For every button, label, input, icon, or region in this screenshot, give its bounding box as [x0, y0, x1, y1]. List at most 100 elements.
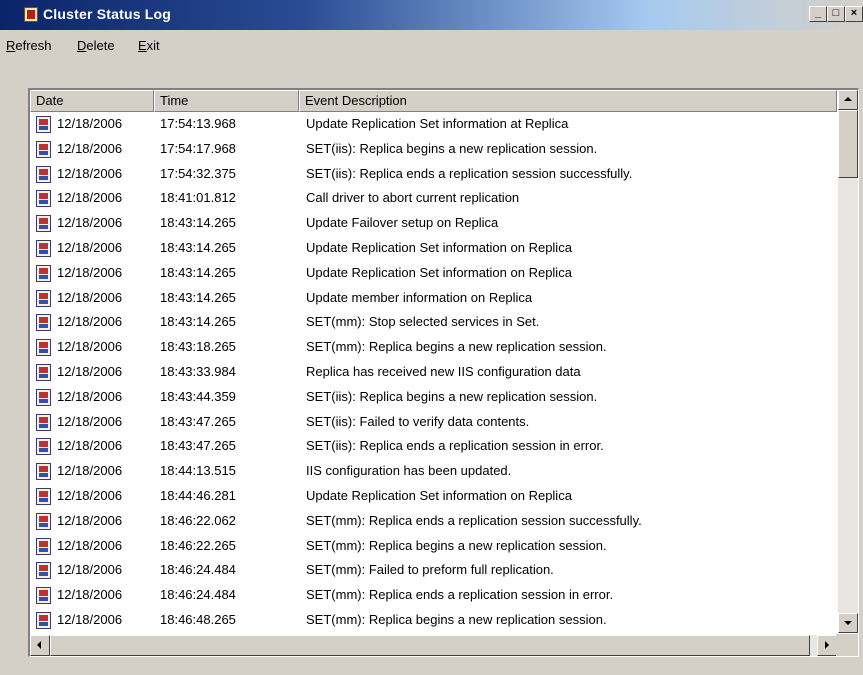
date-cell: 12/18/2006: [57, 512, 123, 528]
event-log-icon: [36, 512, 51, 530]
scroll-right-icon[interactable]: [817, 635, 837, 656]
description-cell: Replica has received new IIS configurati…: [306, 364, 581, 379]
table-row[interactable]: 12/18/2006 18:46:24.484 SET(mm): Replica e…: [30, 583, 837, 608]
table-row[interactable]: 12/18/2006 18:46:24.484 SET(mm): Failed to…: [30, 558, 837, 583]
description-cell: Update member information on Replica: [306, 289, 533, 305]
table-row[interactable]: 12/18/2006 18:43:14.265 Update member info…: [30, 286, 837, 311]
date-cell: 12/18/2006: [57, 537, 123, 553]
time-cell: 18:43:18.265: [160, 339, 236, 355]
description-cell: Update Replication Set information on Re…: [306, 240, 572, 255]
table-row[interactable]: 12/18/2006 18:43:47.265 SET(iis): Replica …: [30, 434, 837, 459]
event-log-icon: [36, 314, 51, 332]
date-cell: 12/18/2006: [57, 562, 123, 578]
date-cell: 12/18/2006: [57, 339, 123, 355]
scroll-down-icon[interactable]: [838, 613, 858, 633]
table-row[interactable]: 12/18/2006 18:44:46.281 Update Replication…: [30, 484, 837, 509]
event-log-icon: [36, 612, 51, 629]
time-cell: 18:46:24.484: [160, 587, 236, 603]
time-cell: 18:43:47.265: [160, 438, 236, 454]
date-cell: 12/18/2006: [57, 587, 123, 603]
date-cell: 12/18/2006: [57, 413, 123, 429]
time-cell: 18:44:46.281: [160, 488, 236, 503]
column-header-time[interactable]: Time: [154, 90, 299, 112]
table-row[interactable]: 12/18/2006 18:44:13.515 IIS configuration …: [30, 459, 837, 484]
table-row[interactable]: 12/18/2006 17:54:13.968 Update Replication…: [30, 112, 837, 137]
time-cell: 18:43:14.265: [160, 215, 236, 231]
description-cell: SET(iis): Failed to verify data contents…: [306, 413, 530, 429]
minimize-button[interactable]: _: [809, 6, 827, 22]
horizontal-scroll-thumb[interactable]: [50, 635, 810, 656]
table-row[interactable]: 12/18/2006 18:46:48.265 SET(mm): Replica b…: [30, 608, 837, 633]
scrollbar-corner: [836, 634, 858, 656]
horizontal-scrollbar[interactable]: [30, 635, 837, 656]
menu-refresh[interactable]: Refresh: [6, 38, 52, 53]
description-cell: Update Replication Set information on Re…: [306, 264, 572, 280]
event-log-icon: [36, 264, 51, 282]
menu-bar: Refresh Delete Exit: [0, 34, 863, 56]
table-row[interactable]: 12/18/2006 18:46:22.062 SET(mm): Replica e…: [30, 509, 837, 534]
date-cell: 12/18/2006: [57, 488, 123, 503]
event-log-icon: [36, 587, 51, 605]
description-cell: IIS configuration has been updated.: [306, 463, 512, 479]
table-row[interactable]: 12/18/2006 18:43:44.359 SET(iis): Replica …: [30, 385, 837, 410]
menu-exit[interactable]: Exit: [138, 38, 160, 53]
event-log-icon: [36, 537, 51, 555]
event-log-icon: [36, 364, 51, 381]
description-cell: SET(mm): Replica begins a new replicatio…: [306, 339, 607, 355]
time-cell: 18:43:33.984: [160, 364, 236, 379]
table-row[interactable]: 12/18/2006 18:43:47.265 SET(iis): Failed t…: [30, 410, 837, 435]
description-cell: SET(mm): Replica ends a replication sess…: [306, 512, 642, 528]
time-cell: 18:46:48.265: [160, 612, 236, 627]
date-cell: 12/18/2006: [57, 289, 123, 305]
title-bar[interactable]: Cluster Status Log _ □ ×: [0, 0, 863, 30]
description-cell: SET(iis): Replica ends a replication ses…: [306, 165, 633, 181]
vertical-scrollbar[interactable]: [838, 90, 858, 633]
table-row[interactable]: 12/18/2006 18:43:14.265 Update Failover se…: [30, 211, 837, 236]
event-log-icon: [36, 388, 51, 406]
date-cell: 12/18/2006: [57, 364, 123, 379]
table-row[interactable]: 12/18/2006 17:54:17.968 SET(iis): Replica …: [30, 137, 837, 162]
close-button[interactable]: ×: [845, 6, 863, 22]
table-row[interactable]: 12/18/2006 18:46:22.265 SET(mm): Replica b…: [30, 534, 837, 559]
event-list-view[interactable]: Date Time Event Description 12/18/2006 17…: [28, 88, 859, 657]
menu-delete[interactable]: Delete: [77, 38, 115, 53]
table-row[interactable]: 12/18/2006 18:43:14.265 Update Replication…: [30, 261, 837, 286]
list-header: Date Time Event Description: [30, 90, 837, 112]
date-cell: 12/18/2006: [57, 140, 123, 156]
event-rows: 12/18/2006 17:54:13.968 Update Replication…: [30, 112, 837, 633]
column-header-date[interactable]: Date: [30, 90, 154, 112]
description-cell: SET(mm): Replica begins a new replicatio…: [306, 612, 607, 627]
date-cell: 12/18/2006: [57, 463, 123, 479]
table-row[interactable]: 12/18/2006 18:41:01.812 Call driver to abo…: [30, 186, 837, 211]
time-cell: 18:43:14.265: [160, 264, 236, 280]
time-cell: 18:43:14.265: [160, 240, 236, 255]
time-cell: 18:43:14.265: [160, 314, 236, 330]
time-cell: 17:54:13.968: [160, 116, 236, 131]
date-cell: 12/18/2006: [57, 264, 123, 280]
table-row[interactable]: 12/18/2006 18:43:14.265 Update Replication…: [30, 236, 837, 261]
description-cell: SET(iis): Replica ends a replication ses…: [306, 438, 604, 454]
date-cell: 12/18/2006: [57, 116, 123, 131]
scroll-up-icon[interactable]: [838, 90, 858, 110]
table-row[interactable]: 12/18/2006 18:43:33.984 Replica has receiv…: [30, 360, 837, 385]
event-log-icon: [36, 165, 51, 183]
description-cell: SET(mm): Stop selected services in Set.: [306, 314, 540, 330]
column-header-description[interactable]: Event Description: [299, 90, 837, 112]
table-row[interactable]: 12/18/2006 18:43:14.265 SET(mm): Stop sele…: [30, 310, 837, 335]
table-row[interactable]: 12/18/2006 18:43:18.265 SET(mm): Replica b…: [30, 335, 837, 360]
scroll-left-icon[interactable]: [30, 635, 50, 656]
app-icon[interactable]: [24, 7, 38, 22]
time-cell: 17:54:32.375: [160, 165, 236, 181]
description-cell: SET(iis): Replica begins a new replicati…: [306, 388, 598, 404]
description-cell: SET(mm): Replica ends a replication sess…: [306, 587, 614, 603]
event-log-icon: [36, 190, 51, 208]
time-cell: 18:44:13.515: [160, 463, 236, 479]
date-cell: 12/18/2006: [57, 612, 123, 627]
table-row[interactable]: 12/18/2006 17:54:32.375 SET(iis): Replica …: [30, 162, 837, 187]
date-cell: 12/18/2006: [57, 190, 123, 206]
event-log-icon: [36, 463, 51, 481]
vertical-scroll-thumb[interactable]: [838, 110, 858, 178]
date-cell: 12/18/2006: [57, 388, 123, 404]
event-log-icon: [36, 116, 51, 133]
maximize-button[interactable]: □: [827, 6, 845, 22]
